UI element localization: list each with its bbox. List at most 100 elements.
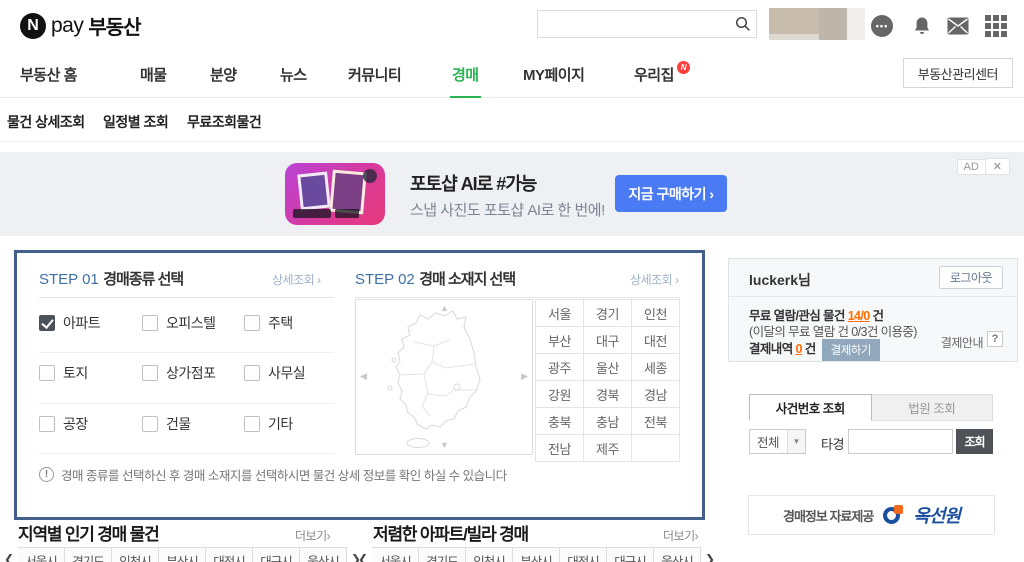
region-jeonnam[interactable]: 전남 — [535, 434, 584, 462]
subnav-item-schedule[interactable]: 일정별 조회 — [103, 112, 169, 132]
chevron-left-icon[interactable]: ❮ — [4, 547, 18, 562]
region-gyeonggi[interactable]: 경기 — [583, 299, 632, 327]
city-tab[interactable]: 경기도 — [65, 547, 112, 562]
case-year-select[interactable]: 전체 ▼ — [749, 429, 806, 454]
cheap-apartments-title: 저렴한 아파트/빌라 경매 — [373, 525, 529, 544]
city-tab[interactable]: 울산시 — [654, 547, 701, 562]
checkbox-icon[interactable] — [39, 416, 55, 432]
city-tab[interactable]: 대구시 — [253, 547, 300, 562]
naver-pay-logo[interactable]: N pay 부동산 — [20, 11, 142, 40]
city-tab[interactable]: 인천시 — [466, 547, 513, 562]
nav-news[interactable]: 뉴스 — [280, 64, 307, 85]
region-daegu[interactable]: 대구 — [583, 326, 632, 354]
global-search-box[interactable] — [537, 10, 757, 38]
region-jeonbuk[interactable]: 전북 — [631, 407, 680, 435]
nav-community[interactable]: 커뮤니티 — [348, 64, 402, 85]
case-search-button[interactable]: 조회 — [956, 429, 993, 454]
checkbox-house[interactable]: 주택 — [244, 313, 293, 333]
city-tab[interactable]: 경기도 — [419, 547, 466, 562]
tab-case-number-search[interactable]: 사건번호 조회 — [749, 394, 872, 421]
chevron-left-icon[interactable]: ❮ — [358, 547, 372, 562]
payment-guide-link[interactable]: 결제안내 — [941, 334, 984, 351]
region-seoul[interactable]: 서울 — [535, 299, 584, 327]
city-tab[interactable]: 대구시 — [607, 547, 654, 562]
apps-grid-icon[interactable] — [984, 14, 1008, 38]
city-tab[interactable]: 대전시 — [560, 547, 607, 562]
chat-icon[interactable]: ••• — [870, 14, 894, 38]
chevron-right-icon[interactable]: ❯ — [701, 547, 715, 562]
city-tab[interactable]: 인천시 — [112, 547, 159, 562]
region-gyeongnam[interactable]: 경남 — [631, 380, 680, 408]
checkbox-etc[interactable]: 기타 — [244, 414, 293, 434]
user-profile-blurred[interactable] — [769, 8, 865, 40]
checkbox-icon[interactable] — [244, 365, 260, 381]
ad-close-icon[interactable]: ✕ — [985, 158, 1010, 175]
region-gwangju[interactable]: 광주 — [535, 353, 584, 381]
region-incheon[interactable]: 인천 — [631, 299, 680, 327]
city-tab[interactable]: 서울시 — [372, 547, 419, 562]
ad-buy-now-button[interactable]: 지금 구매하기 › — [615, 175, 727, 212]
step1-detail-link[interactable]: 상세조회 › — [272, 271, 321, 288]
search-icon[interactable] — [730, 16, 756, 32]
checkbox-retail[interactable]: 상가점포 — [142, 363, 216, 383]
nav-presale[interactable]: 분양 — [210, 64, 237, 85]
bell-icon[interactable] — [910, 14, 934, 38]
global-search-input[interactable] — [538, 12, 730, 36]
checkbox-icon[interactable] — [244, 315, 260, 331]
city-tab[interactable]: 서울시 — [18, 547, 65, 562]
nav-home[interactable]: 부동산 홈 — [20, 64, 77, 85]
checkbox-icon[interactable] — [142, 416, 158, 432]
region-jeju[interactable]: 제주 — [583, 434, 632, 462]
logout-button[interactable]: 로그아웃 — [938, 266, 1003, 289]
checkbox-icon[interactable] — [39, 365, 55, 381]
region-busan[interactable]: 부산 — [535, 326, 584, 354]
korea-map[interactable]: ▲ ▼ ◀ ▶ — [355, 299, 533, 455]
map-pan-down-icon[interactable]: ▼ — [440, 441, 449, 450]
checkbox-icon[interactable] — [142, 365, 158, 381]
checkbox-factory[interactable]: 공장 — [39, 414, 88, 434]
checkbox-icon[interactable] — [142, 315, 158, 331]
payment-history-line: 결제내역 0 건 결제하기 — [749, 338, 880, 361]
checkbox-building[interactable]: 건물 — [142, 414, 191, 434]
mail-icon[interactable] — [946, 14, 970, 38]
checkbox-icon[interactable] — [39, 315, 55, 331]
nav-listings[interactable]: 매물 — [140, 64, 167, 85]
auction-data-provider[interactable]: 경매정보 자료제공 옥선원 — [748, 495, 995, 535]
management-center-button[interactable]: 부동산관리센터 — [902, 58, 1013, 88]
map-pan-left-icon[interactable]: ◀ — [360, 372, 367, 381]
city-tab[interactable]: 부산시 — [159, 547, 206, 562]
map-pan-right-icon[interactable]: ▶ — [521, 372, 528, 381]
checkbox-officetel[interactable]: 오피스텔 — [142, 313, 216, 333]
city-tab[interactable]: 대전시 — [206, 547, 253, 562]
region-chungnam[interactable]: 충남 — [583, 407, 632, 435]
popular-auctions-more-link[interactable]: 더보기› — [295, 527, 331, 544]
logo-pay-text: pay — [51, 13, 84, 37]
nav-myhome[interactable]: 우리집 N — [634, 61, 690, 85]
region-chungbuk[interactable]: 충북 — [535, 407, 584, 435]
region-sejong[interactable]: 세종 — [631, 353, 680, 381]
city-tab[interactable]: 울산시 — [300, 547, 347, 562]
step2-header: STEP 02 경매 소재지 선택 — [355, 268, 516, 288]
region-gangwon[interactable]: 강원 — [535, 380, 584, 408]
region-ulsan[interactable]: 울산 — [583, 353, 632, 381]
region-gyeongbuk[interactable]: 경북 — [583, 380, 632, 408]
region-daejeon[interactable]: 대전 — [631, 326, 680, 354]
subnav-item-detail[interactable]: 물건 상세조회 — [7, 112, 85, 132]
checkbox-office[interactable]: 사무실 — [244, 363, 306, 383]
nav-mypage[interactable]: MY페이지 — [523, 64, 585, 85]
cheap-apartments-more-link[interactable]: 더보기› — [663, 527, 699, 544]
ad-thumbnail-image[interactable] — [285, 163, 385, 225]
city-tab[interactable]: 부산시 — [513, 547, 560, 562]
map-pan-up-icon[interactable]: ▲ — [440, 304, 449, 313]
subnav-item-free[interactable]: 무료조회물건 — [187, 112, 262, 132]
checkbox-land[interactable]: 토지 — [39, 363, 88, 383]
checkbox-icon[interactable] — [244, 416, 260, 432]
step2-detail-link[interactable]: 상세조회 › — [630, 271, 679, 288]
case-number-input[interactable] — [848, 429, 953, 454]
checkbox-apartment[interactable]: 아파트 — [39, 313, 101, 333]
tab-court-search[interactable]: 법원 조회 — [871, 394, 993, 421]
pay-button[interactable]: 결제하기 — [821, 338, 880, 361]
nav-auction-active[interactable]: 경매 — [450, 64, 481, 99]
question-mark-icon[interactable]: ? — [987, 331, 1003, 347]
ad-banner[interactable]: AD ✕ 포토샵 AI로 #가능 스냅 사진도 포토샵 AI로 한 번에! 지금… — [0, 152, 1024, 236]
